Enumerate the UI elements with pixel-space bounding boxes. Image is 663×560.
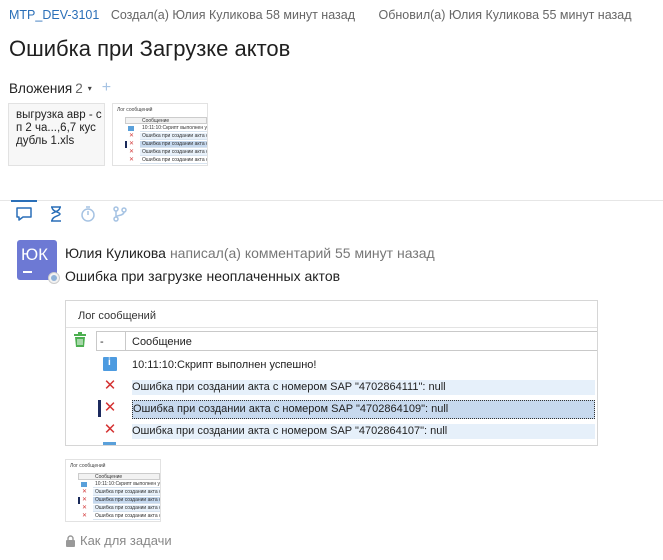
log-row-selected: ✕ Ошибка при создании акта с номером SAP… bbox=[96, 397, 597, 419]
mini-log-header: Сообщение bbox=[78, 473, 160, 480]
comment-action: написал(а) комментарий 55 минут назад bbox=[169, 245, 435, 261]
attachment-file-name: выгрузка авр - сп 2 ча...,6,7 кус дубль … bbox=[16, 109, 102, 147]
comment-attachment-thumbnail[interactable]: Лог сообщений Сообщение 10:11:10:Скрипт … bbox=[65, 459, 161, 522]
log-col-message: Сообщение bbox=[132, 336, 192, 348]
mini-error-icon: ✕ bbox=[129, 133, 135, 139]
log-column-header: - Сообщение bbox=[96, 331, 597, 351]
clock-icon bbox=[81, 206, 95, 222]
mini-log-preview: Лог сообщений Сообщение 10:11:10:Скрипт … bbox=[113, 104, 207, 165]
issue-key-link[interactable]: MTP_DEV-3101 bbox=[9, 8, 99, 22]
updated-info: Обновил(а) Юлия Куликова 55 минут назад bbox=[378, 8, 632, 22]
mini-log-title: Лог сообщений bbox=[117, 107, 153, 113]
comment-text: Ошибка при загрузке неоплаченных актов bbox=[65, 268, 341, 284]
comment-icon bbox=[16, 207, 32, 221]
visibility-badge-icon bbox=[48, 272, 60, 284]
selection-bar bbox=[98, 400, 101, 417]
log-row-text: Ошибка при создании акта с номером SAP "… bbox=[132, 400, 595, 419]
avatar[interactable]: ЮК bbox=[17, 240, 60, 284]
created-info: Создал(а) Юлия Куликова 58 минут назад bbox=[110, 8, 355, 22]
mini-error-icon: ✕ bbox=[82, 513, 88, 519]
mini-log-row: Ошибка при создании акта с н bbox=[140, 149, 207, 156]
mini-info-icon bbox=[81, 482, 87, 487]
avatar-initials: ЮК bbox=[21, 245, 49, 264]
mini-error-icon: ✕ bbox=[82, 497, 88, 503]
mini-log-row: Ошибка при создании акта с н bbox=[140, 157, 207, 164]
attachments-count: 2 bbox=[75, 80, 83, 96]
mini-log-row: Ошибка при создании акта с н bbox=[140, 133, 207, 140]
log-row-text: Ошибка при создании акта с номером SAP "… bbox=[132, 424, 595, 439]
add-attachment-button[interactable]: + bbox=[102, 80, 111, 96]
attachments-label: Вложения bbox=[9, 80, 73, 96]
hourglass-icon bbox=[51, 206, 61, 222]
branch-icon bbox=[113, 206, 127, 222]
issue-meta: MTP_DEV-3101 Создал(а) Юлия Куликова 58 … bbox=[9, 8, 632, 22]
log-col-separator bbox=[125, 332, 126, 350]
log-divider bbox=[66, 327, 597, 328]
tab-comments[interactable] bbox=[11, 200, 37, 223]
tab-worklog[interactable] bbox=[79, 205, 97, 223]
comment-image-log[interactable]: Лог сообщений - Сообщение 10:11:10:Скрип… bbox=[65, 300, 598, 446]
lock-icon bbox=[66, 534, 75, 547]
avatar-underline bbox=[23, 271, 32, 273]
log-title: Лог сообщений bbox=[78, 310, 156, 322]
comment-header: Юлия Куликова написал(а) комментарий 55 м… bbox=[65, 245, 435, 261]
tab-branches[interactable] bbox=[111, 205, 129, 223]
activity-tabs bbox=[0, 200, 663, 228]
attachments-dropdown-icon[interactable]: ▾ bbox=[88, 84, 92, 93]
mini-log-row: Ошибка при создании акта с н bbox=[93, 489, 160, 496]
log-row-text: 10:11:10:Скрипт выполнен успешно! bbox=[132, 359, 317, 371]
mini-log-row: Ошибка при создании акта с н bbox=[140, 141, 207, 148]
error-icon: ✕ bbox=[103, 377, 117, 394]
mini-error-icon: ✕ bbox=[82, 505, 88, 511]
mini-error-icon: ✕ bbox=[129, 157, 135, 163]
info-icon bbox=[103, 357, 117, 371]
mini-error-icon: ✕ bbox=[129, 141, 135, 147]
trash-icon bbox=[74, 332, 86, 347]
mini-error-icon: ✕ bbox=[82, 489, 88, 495]
mini-log-header: Сообщение bbox=[125, 117, 207, 124]
mini-info-icon bbox=[128, 126, 134, 131]
attachment-image-thumbnail[interactable]: Лог сообщений Сообщение 10:11:10:Скрипт … bbox=[112, 103, 208, 166]
issue-title: Ошибка при Загрузке актов bbox=[9, 36, 291, 61]
tab-history[interactable] bbox=[47, 205, 65, 223]
mini-log-title: Лог сообщений bbox=[70, 463, 106, 469]
mini-log-row: Ошибка при создании акта с н bbox=[93, 513, 160, 520]
attachment-file-xls[interactable]: выгрузка авр - сп 2 ча...,6,7 кус дубль … bbox=[8, 103, 105, 166]
comment-author[interactable]: Юлия Куликова bbox=[65, 245, 166, 261]
mini-log-row: Ошибка при создании акта с н bbox=[93, 497, 160, 504]
log-col-type: - bbox=[100, 336, 104, 348]
mini-selection-bar bbox=[78, 497, 80, 504]
error-icon: ✕ bbox=[103, 421, 117, 438]
error-icon: ✕ bbox=[103, 399, 117, 416]
mini-log-row: 10:11:10:Скрипт выполнен успешно bbox=[140, 125, 207, 132]
mini-error-icon: ✕ bbox=[129, 149, 135, 155]
mini-log-preview: Лог сообщений Сообщение 10:11:10:Скрипт … bbox=[66, 460, 160, 521]
log-row: 10:11:10:Скрипт выполнен успешно! bbox=[96, 353, 597, 375]
attachments-header: Вложения 2 ▾ + bbox=[9, 80, 111, 96]
log-row: ✕ Ошибка при создании акта с номером SAP… bbox=[96, 419, 597, 441]
mini-log-row: 10:11:10:Скрипт выполнен успешно bbox=[93, 481, 160, 488]
mini-log-row: Ошибка при создании акта с н bbox=[93, 505, 160, 512]
mini-selection-bar bbox=[125, 141, 127, 148]
comment-visibility[interactable]: Как для задачи bbox=[65, 533, 172, 548]
visibility-label: Как для задачи bbox=[80, 533, 172, 548]
log-next-row-icon bbox=[103, 442, 116, 445]
log-row: ✕ Ошибка при создании акта с номером SAP… bbox=[96, 375, 597, 397]
log-row-text: Ошибка при создании акта с номером SAP "… bbox=[132, 380, 595, 395]
